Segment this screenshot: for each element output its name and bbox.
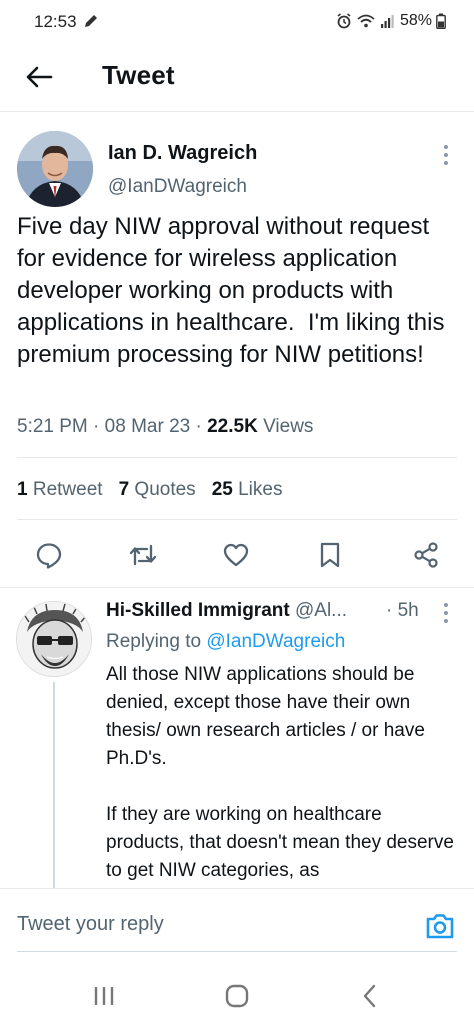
reply-button[interactable] bbox=[31, 537, 67, 573]
share-icon bbox=[414, 542, 438, 568]
camera-icon[interactable] bbox=[424, 911, 456, 941]
author-avatar[interactable] bbox=[17, 131, 93, 207]
recent-apps-icon bbox=[94, 987, 114, 1005]
replying-to: Replying to @IanDWagreich bbox=[106, 631, 345, 653]
meta-separator: · bbox=[93, 416, 105, 437]
back-button[interactable] bbox=[22, 60, 56, 94]
views-count: 22.5K bbox=[207, 416, 258, 437]
replying-to-label: Replying to bbox=[106, 631, 202, 652]
top-app-bar: Tweet bbox=[0, 44, 474, 110]
tweet-actions bbox=[0, 535, 474, 575]
author-name[interactable]: Ian D. Wagreich bbox=[108, 142, 257, 165]
retweet-icon bbox=[129, 544, 157, 566]
reply-composer: Tweet your reply bbox=[0, 888, 474, 960]
quotes-stat[interactable]: 7 Quotes bbox=[119, 479, 196, 501]
reply-time: · 5h bbox=[386, 600, 419, 621]
status-time: 12:53 bbox=[34, 12, 77, 31]
likes-stat[interactable]: 25 Likes bbox=[212, 479, 283, 501]
home-icon bbox=[225, 984, 249, 1008]
reply-input-underline bbox=[17, 951, 457, 952]
status-bar: 12:53 58% bbox=[0, 0, 474, 44]
quotes-count: 7 bbox=[118, 479, 130, 500]
arrow-left-icon bbox=[26, 66, 53, 88]
battery-icon bbox=[436, 13, 446, 29]
retweet-button[interactable] bbox=[125, 537, 161, 573]
reply-time-value: 5h bbox=[397, 600, 419, 621]
status-indicators: 58% bbox=[336, 12, 446, 30]
reply-input[interactable]: Tweet your reply bbox=[17, 913, 164, 936]
stats-divider bbox=[17, 519, 457, 520]
reply-text: All those NIW applications should be den… bbox=[106, 664, 454, 881]
signal-icon bbox=[380, 15, 394, 28]
quotes-label: Quotes bbox=[134, 479, 196, 500]
header-divider bbox=[0, 111, 474, 112]
recent-apps-button[interactable] bbox=[88, 980, 120, 1012]
pencil-icon bbox=[85, 15, 97, 27]
likes-count: 25 bbox=[211, 479, 233, 500]
reply-author-avatar[interactable] bbox=[16, 601, 92, 677]
heart-icon bbox=[223, 543, 249, 567]
tweet-text: Five day NIW approval without request fo… bbox=[17, 213, 452, 368]
system-nav-bar bbox=[0, 962, 474, 1027]
like-button[interactable] bbox=[218, 537, 254, 573]
wifi-icon bbox=[357, 14, 375, 28]
bookmark-button[interactable] bbox=[312, 537, 348, 573]
chevron-left-icon bbox=[363, 984, 376, 1008]
author-handle[interactable]: @IanDWagreich bbox=[108, 176, 247, 198]
more-vertical-icon[interactable] bbox=[434, 143, 458, 167]
bookmark-icon bbox=[320, 542, 340, 568]
author-avatar-image bbox=[17, 131, 93, 207]
likes-label: Likes bbox=[238, 479, 283, 500]
meta-separator: · bbox=[195, 416, 208, 437]
home-button[interactable] bbox=[221, 980, 253, 1012]
thread-line bbox=[53, 682, 55, 892]
retweets-count: 1 bbox=[17, 479, 28, 500]
reply-author-handle[interactable]: @Al... bbox=[295, 600, 347, 621]
tweet-meta: 5:21 PM · 08 Mar 23 · 22.5K Views bbox=[17, 416, 313, 438]
tweet-time[interactable]: 5:21 PM bbox=[17, 416, 88, 437]
alarm-icon bbox=[337, 13, 351, 29]
meta-divider bbox=[17, 457, 457, 458]
views-label: Views bbox=[263, 416, 314, 437]
tweet-stats: 1 Retweet 7 Quotes 25 Likes bbox=[17, 479, 282, 501]
more-vertical-icon[interactable] bbox=[434, 601, 458, 625]
replying-to-link[interactable]: @IanDWagreich bbox=[206, 631, 345, 652]
retweets-label: Retweet bbox=[32, 479, 103, 500]
back-nav-button[interactable] bbox=[354, 980, 386, 1012]
tweet-date[interactable]: 08 Mar 23 bbox=[105, 416, 191, 437]
share-button[interactable] bbox=[408, 537, 444, 573]
retweets-stat[interactable]: 1 Retweet bbox=[17, 479, 103, 501]
reply-avatar-image bbox=[17, 602, 91, 676]
actions-divider bbox=[0, 587, 474, 588]
page-title: Tweet bbox=[102, 60, 175, 90]
reply-author-name[interactable]: Hi-Skilled Immigrant bbox=[106, 600, 290, 621]
battery-percent: 58% bbox=[399, 12, 432, 29]
reply-icon bbox=[36, 543, 62, 569]
